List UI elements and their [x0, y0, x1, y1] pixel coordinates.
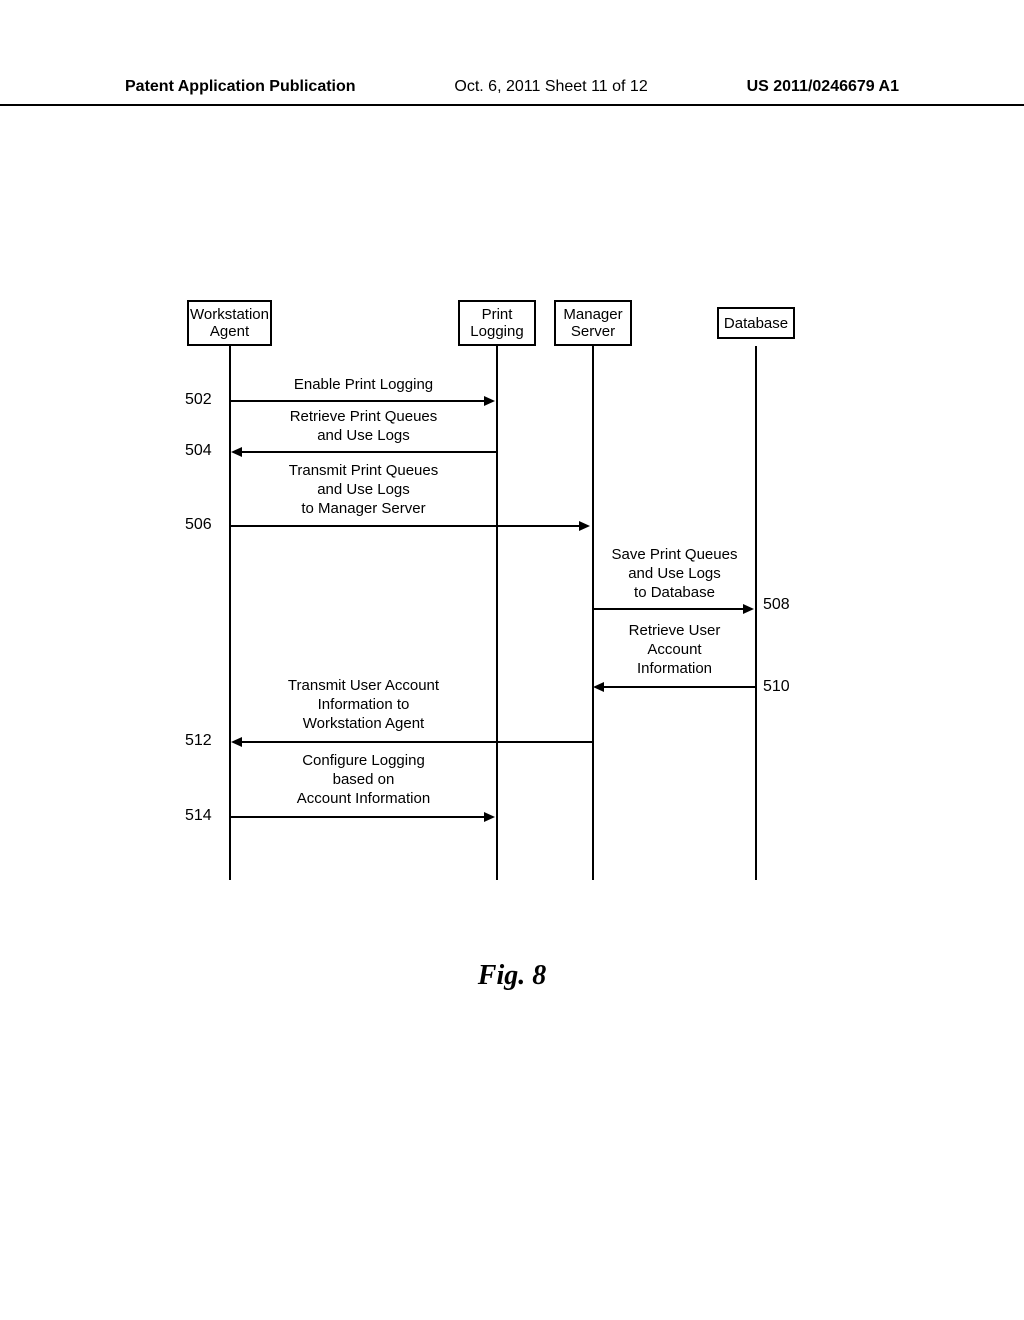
lifeline-print-logging: PrintLogging: [458, 300, 536, 346]
msg-512: Transmit User AccountInformation toWorks…: [231, 677, 496, 733]
arrow-510: [604, 686, 755, 688]
lifeline-line: [755, 346, 757, 880]
header-center: Oct. 6, 2011 Sheet 11 of 12: [454, 78, 647, 100]
arrow-512: [242, 741, 592, 743]
arrow-head-icon: [593, 682, 604, 692]
msg-502: Enable Print Logging: [231, 376, 496, 395]
arrow-head-icon: [484, 812, 495, 822]
lifeline-label: Database: [724, 315, 788, 332]
lifeline-manager-server: ManagerServer: [554, 300, 632, 346]
arrow-head-icon: [231, 447, 242, 457]
step-514: 514: [185, 807, 212, 825]
arrow-504: [242, 451, 497, 453]
figure-caption: Fig. 8: [0, 960, 1024, 992]
step-508: 508: [763, 596, 790, 614]
lifeline-database: Database: [717, 307, 795, 339]
arrow-506: [231, 525, 581, 527]
header-right: US 2011/0246679 A1: [747, 78, 899, 100]
step-506: 506: [185, 516, 212, 534]
arrow-514: [231, 816, 486, 818]
step-510: 510: [763, 678, 790, 696]
arrow-502: [231, 400, 486, 402]
lifeline-label: WorkstationAgent: [190, 306, 269, 340]
arrow-head-icon: [579, 521, 590, 531]
arrow-head-icon: [484, 396, 495, 406]
arrow-head-icon: [743, 604, 754, 614]
lifeline-line: [496, 346, 498, 880]
msg-504: Retrieve Print Queuesand Use Logs: [231, 408, 496, 446]
arrow-508: [593, 608, 744, 610]
step-504: 504: [185, 442, 212, 460]
step-502: 502: [185, 391, 212, 409]
sequence-diagram: WorkstationAgent PrintLogging ManagerSer…: [185, 300, 835, 880]
msg-514: Configure Loggingbased onAccount Informa…: [231, 752, 496, 808]
lifeline-line: [592, 346, 594, 880]
lifeline-workstation-agent: WorkstationAgent: [187, 300, 272, 346]
msg-506: Transmit Print Queuesand Use Logsto Mana…: [231, 462, 496, 518]
header-left: Patent Application Publication: [125, 78, 356, 100]
page-header: Patent Application Publication Oct. 6, 2…: [0, 78, 1024, 106]
msg-508: Save Print Queuesand Use Logsto Database: [593, 546, 756, 602]
msg-510: Retrieve UserAccountInformation: [593, 622, 756, 678]
lifeline-label: ManagerServer: [563, 306, 622, 340]
arrow-head-icon: [231, 737, 242, 747]
lifeline-label: PrintLogging: [470, 306, 523, 340]
step-512: 512: [185, 732, 212, 750]
